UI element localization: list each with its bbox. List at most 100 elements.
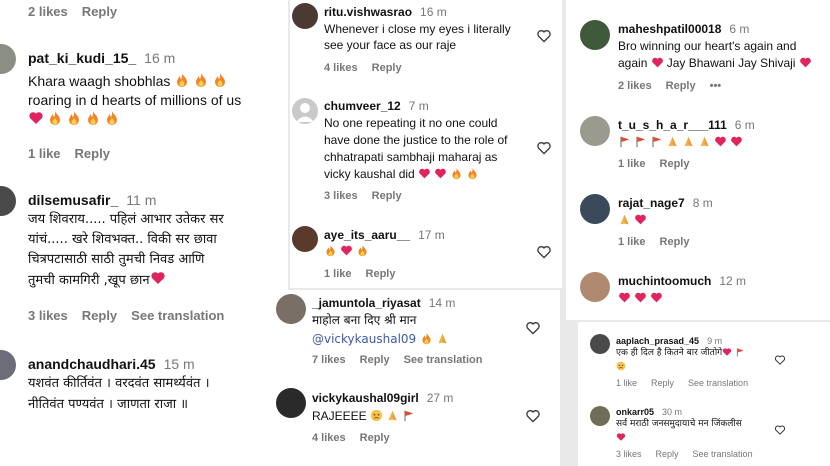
more-options-button[interactable]: ••• — [710, 80, 722, 92]
likes-count[interactable]: 7 likes — [312, 354, 346, 366]
reply-button[interactable]: Reply — [360, 432, 390, 444]
comment-username[interactable]: onkarr05 30 m — [616, 407, 682, 417]
like-heart-icon[interactable] — [774, 424, 786, 436]
heart-icon — [28, 110, 44, 126]
comment-meta: 1 like Reply — [28, 146, 124, 161]
reply-button[interactable]: Reply — [660, 236, 690, 248]
heart-icon — [634, 213, 647, 226]
comment-username[interactable]: vickykaushal09girl 27 m — [312, 391, 453, 405]
comment-username[interactable]: chumveer_12 7 m — [324, 99, 429, 113]
fire-icon — [66, 110, 82, 126]
like-heart-icon[interactable] — [536, 244, 552, 260]
like-heart-icon[interactable] — [536, 28, 552, 44]
reply-button[interactable]: Reply — [360, 354, 390, 366]
comment-username[interactable]: maheshpatil00018 6 m — [618, 22, 749, 36]
likes-count[interactable]: 3 likes — [324, 190, 358, 202]
heart-eyes-icon — [616, 361, 626, 371]
likes-count[interactable]: 3 likes — [28, 308, 68, 323]
avatar[interactable] — [292, 226, 318, 252]
see-translation-link[interactable]: See translation — [131, 308, 224, 323]
avatar[interactable] — [292, 3, 318, 29]
heart-hands-icon — [386, 409, 399, 422]
like-heart-icon[interactable] — [525, 320, 541, 336]
comment-username[interactable]: pat_ki_kudi_15_ 16 m — [28, 50, 175, 66]
avatar[interactable] — [580, 272, 610, 302]
likes-count[interactable]: 1 like — [618, 236, 646, 248]
raising-hands-icon — [436, 332, 449, 345]
comment-meta: 1 like Reply — [618, 236, 704, 248]
likes-count[interactable]: 1 like — [28, 146, 61, 161]
fire-icon — [174, 72, 190, 88]
likes-count[interactable]: 2 likes — [28, 4, 68, 19]
likes-count[interactable]: 3 likes — [616, 449, 642, 459]
reply-button[interactable]: Reply — [372, 190, 402, 202]
comment-meta: 1 like Reply — [618, 158, 704, 170]
reply-button[interactable]: Reply — [656, 449, 679, 459]
reply-button[interactable]: Reply — [75, 146, 110, 161]
likes-count[interactable]: 4 likes — [324, 62, 358, 74]
avatar[interactable] — [580, 194, 610, 224]
comment-text: No one repeating it no one could have don… — [324, 116, 508, 182]
comment-username[interactable]: anandchaudhari.45 15 m — [28, 356, 195, 372]
comment-text: Bro winning our heart's again and again … — [618, 38, 815, 72]
see-translation-link[interactable]: See translation — [693, 449, 753, 459]
avatar[interactable] — [276, 388, 306, 418]
comment-username[interactable]: dilsemusafir_ 11 m — [28, 192, 156, 208]
avatar[interactable] — [590, 334, 610, 354]
reply-button[interactable]: Reply — [366, 268, 396, 280]
comment-text: माहोल बना दिए श्री मान @vickykaushal09 — [312, 311, 452, 348]
likes-count[interactable]: 1 like — [616, 378, 637, 388]
comments-panel-2: ritu.vishwasrao 16 m Whenever i close my … — [290, 0, 562, 288]
comment-username[interactable]: _jamuntola_riyasat 14 m — [312, 296, 455, 310]
like-heart-icon[interactable] — [774, 354, 786, 366]
avatar[interactable] — [0, 186, 16, 216]
likes-count[interactable]: 2 likes — [618, 80, 652, 92]
like-heart-icon[interactable] — [536, 140, 552, 156]
avatar[interactable] — [0, 350, 16, 380]
likes-count[interactable]: 1 like — [324, 268, 352, 280]
likes-count[interactable]: 4 likes — [312, 432, 346, 444]
fire-icon — [420, 332, 433, 345]
see-translation-link[interactable]: See translation — [688, 378, 748, 388]
heart-icon — [722, 347, 732, 357]
likes-count[interactable]: 1 like — [618, 158, 646, 170]
avatar[interactable] — [276, 294, 306, 324]
fire-icon — [466, 167, 479, 180]
heart-icon — [618, 291, 631, 304]
comments-panel-5: aaplach_prasad_45 9 m एक ही दिल है कितने … — [578, 322, 830, 466]
comment-meta: 2 likes Reply ••• — [618, 80, 735, 92]
reply-button[interactable]: Reply — [372, 62, 402, 74]
avatar[interactable] — [580, 116, 610, 146]
comment-username[interactable]: rajat_nage7 8 m — [618, 196, 713, 210]
folded-hands-icon — [698, 135, 711, 148]
comment-text — [324, 243, 372, 259]
heart-icon — [418, 167, 431, 180]
avatar[interactable] — [292, 98, 318, 124]
reply-button[interactable]: Reply — [651, 378, 674, 388]
avatar[interactable] — [580, 20, 610, 50]
comment-username[interactable]: aaplach_prasad_45 9 m — [616, 336, 722, 346]
comment-text: एक ही दिल है कितने बार जीतोगे — [616, 347, 748, 374]
comment-username[interactable]: muchintoomuch 12 m — [618, 274, 746, 288]
flag-icon — [735, 347, 745, 357]
heart-icon — [434, 167, 447, 180]
reply-button[interactable]: Reply — [666, 80, 696, 92]
flag-icon — [634, 135, 647, 148]
comment-text — [618, 212, 650, 228]
reply-button[interactable]: Reply — [660, 158, 690, 170]
comments-panel-1: 2 likes Reply pat_ki_kudi_15_ 16 m Khara w… — [0, 0, 288, 466]
comment-username[interactable]: aye_its_aaru__ 17 m — [324, 228, 445, 242]
comment-text: RAJEEEE — [312, 408, 418, 424]
avatar[interactable] — [0, 44, 16, 74]
comment-text — [618, 290, 666, 306]
see-translation-link[interactable]: See translation — [404, 354, 483, 366]
comment-meta: 1 like Reply — [324, 268, 410, 280]
like-heart-icon[interactable] — [525, 408, 541, 424]
comment-username[interactable]: ritu.vishwasrao 16 m — [324, 5, 447, 19]
fire-icon — [356, 244, 369, 257]
avatar[interactable] — [590, 406, 610, 426]
mention-link[interactable]: @vickykaushal09 — [312, 332, 416, 346]
reply-button[interactable]: Reply — [82, 4, 117, 19]
comment-username[interactable]: t_u_s_h_a_r___111 6 m — [618, 118, 755, 132]
reply-button[interactable]: Reply — [82, 308, 117, 323]
